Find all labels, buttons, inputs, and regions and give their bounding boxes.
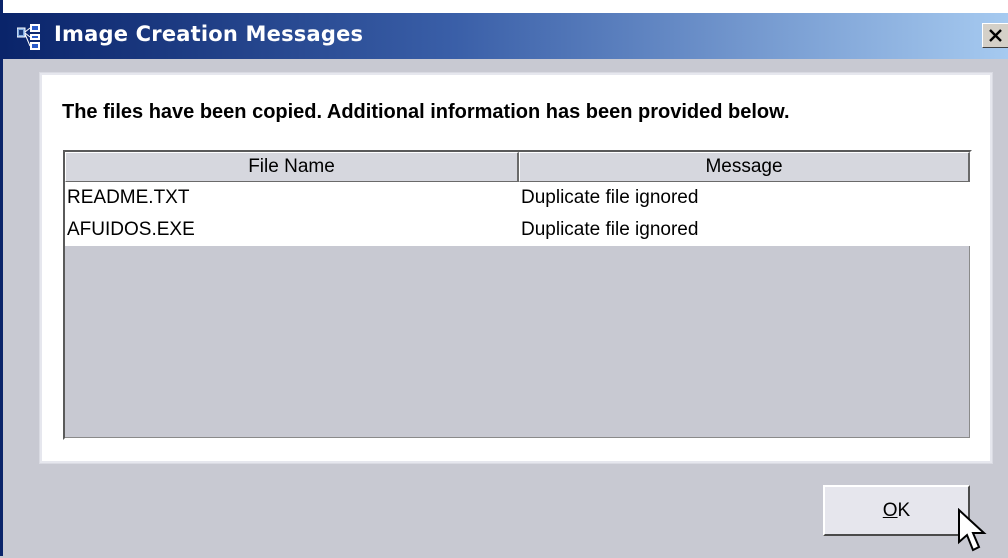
network-app-icon — [16, 24, 43, 50]
title-bar[interactable]: Image Creation Messages — [3, 13, 1008, 59]
table-row[interactable]: AFUIDOS.EXE Duplicate file ignored — [65, 214, 970, 246]
table-body-area: File Name Message README.TXT Duplicate f… — [65, 152, 970, 438]
table-rows: README.TXT Duplicate file ignored AFUIDO… — [65, 182, 970, 246]
window-title: Image Creation Messages — [54, 22, 364, 46]
file-name-cell: AFUIDOS.EXE — [67, 219, 195, 240]
mouse-pointer-icon — [956, 507, 990, 554]
column-header-file-name[interactable]: File Name — [65, 152, 519, 182]
image-creation-messages-dialog: Image Creation Messages The files have b… — [0, 0, 1008, 556]
close-button[interactable] — [982, 23, 1008, 48]
file-name-cell: README.TXT — [67, 187, 190, 208]
column-header-message[interactable]: Message — [519, 152, 970, 182]
ok-button[interactable]: OK — [823, 485, 970, 536]
message-cell: Duplicate file ignored — [521, 219, 699, 240]
close-icon — [983, 29, 1008, 51]
table-row[interactable]: README.TXT Duplicate file ignored — [65, 182, 970, 214]
ok-mnemonic: O — [882, 500, 898, 521]
messages-table[interactable]: File Name Message README.TXT Duplicate f… — [63, 150, 972, 440]
info-heading: The files have been copied. Additional i… — [62, 101, 790, 123]
titlebar-top-edge — [3, 0, 1008, 13]
ok-label-rest: K — [897, 500, 911, 521]
message-cell: Duplicate file ignored — [521, 187, 699, 208]
